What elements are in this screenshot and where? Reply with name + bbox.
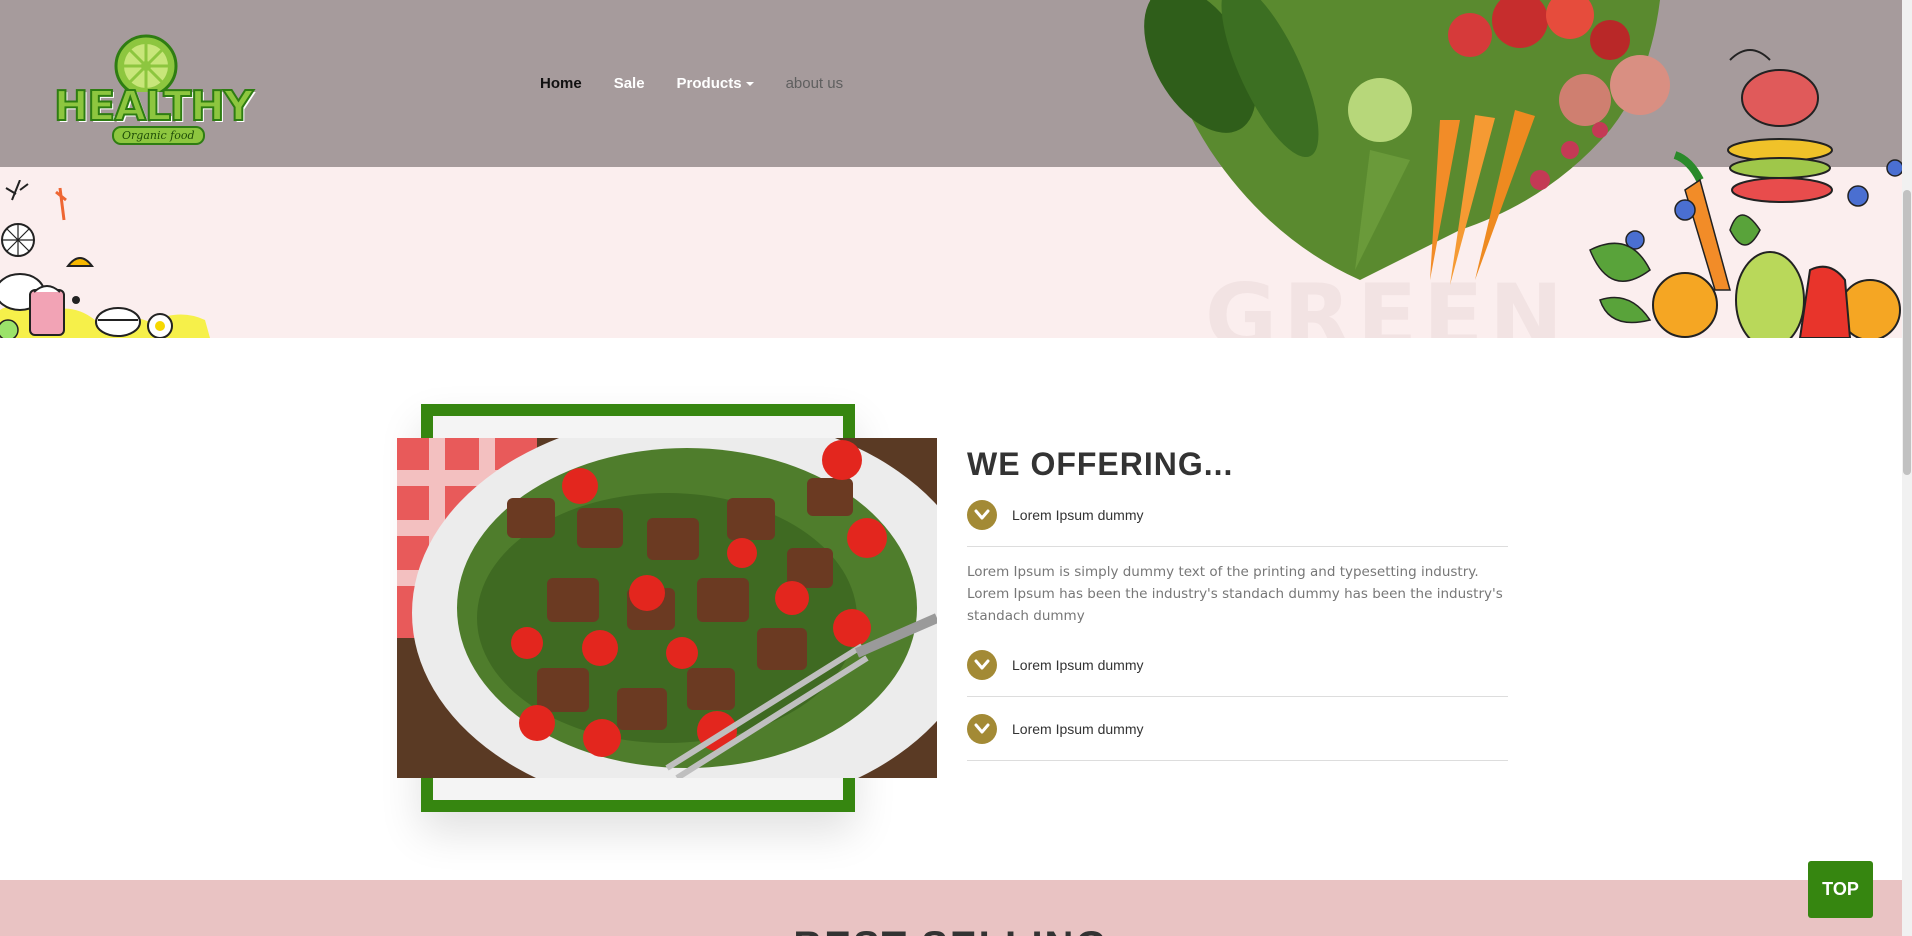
- search-input[interactable]: [1353, 65, 1553, 103]
- logo-subtitle: Organic food: [112, 126, 205, 145]
- hero-watermark: GREEN: [1205, 265, 1569, 338]
- caret-down-icon: [745, 82, 754, 87]
- accordion-item-label: Lorem Ipsum dummy: [1012, 656, 1144, 673]
- nav-about[interactable]: about us: [786, 75, 844, 92]
- healthy-logo[interactable]: HEALTHY Organic food: [50, 30, 254, 148]
- chevron-down-icon: [967, 649, 997, 680]
- page-scrollbar[interactable]: [1902, 0, 1912, 936]
- search-button[interactable]: Search: [1563, 65, 1632, 103]
- main-nav: Home Sale Products about us: [540, 75, 875, 92]
- food-doodles-illustration: [0, 180, 210, 338]
- accordion-item-label: Lorem Ipsum dummy: [1012, 506, 1144, 523]
- top-navbar: HEALTHY Organic food Home Sale Products …: [0, 0, 1902, 167]
- accordion-item-3[interactable]: Lorem Ipsum dummy: [967, 697, 1508, 761]
- salad-photo: [397, 438, 937, 778]
- chevron-down-icon: [967, 499, 997, 530]
- back-to-top-button[interactable]: TOP: [1808, 861, 1873, 918]
- nav-sale[interactable]: Sale: [614, 75, 645, 92]
- best-selling-section: BEST SELLING: [0, 880, 1902, 936]
- accordion-item-1[interactable]: Lorem Ipsum dummy: [967, 483, 1508, 547]
- scrollbar-thumb[interactable]: [1903, 190, 1911, 475]
- logo-title: HEALTHY: [53, 81, 254, 131]
- best-selling-title: BEST SELLING: [0, 924, 1902, 936]
- nav-home[interactable]: Home: [540, 75, 582, 92]
- hero-banner: GREEN HEALTHY Organic food Home Sale Pro…: [0, 0, 1902, 338]
- chevron-down-icon: [967, 713, 997, 744]
- nav-products-dropdown[interactable]: Products: [677, 75, 754, 92]
- accordion-item-1-body: Lorem Ipsum is simply dummy text of the …: [967, 564, 1503, 624]
- offering-title: WE OFFERING...: [967, 446, 1234, 482]
- offering-section: WE OFFERING... Lorem Ipsum dummy Lorem I…: [0, 338, 1902, 880]
- accordion-item-2[interactable]: Lorem Ipsum dummy: [967, 633, 1508, 697]
- nav-products-label: Products: [676, 75, 742, 92]
- offering-content: WE OFFERING... Lorem Ipsum dummy Lorem I…: [967, 446, 1508, 761]
- accordion-item-label: Lorem Ipsum dummy: [1012, 720, 1144, 737]
